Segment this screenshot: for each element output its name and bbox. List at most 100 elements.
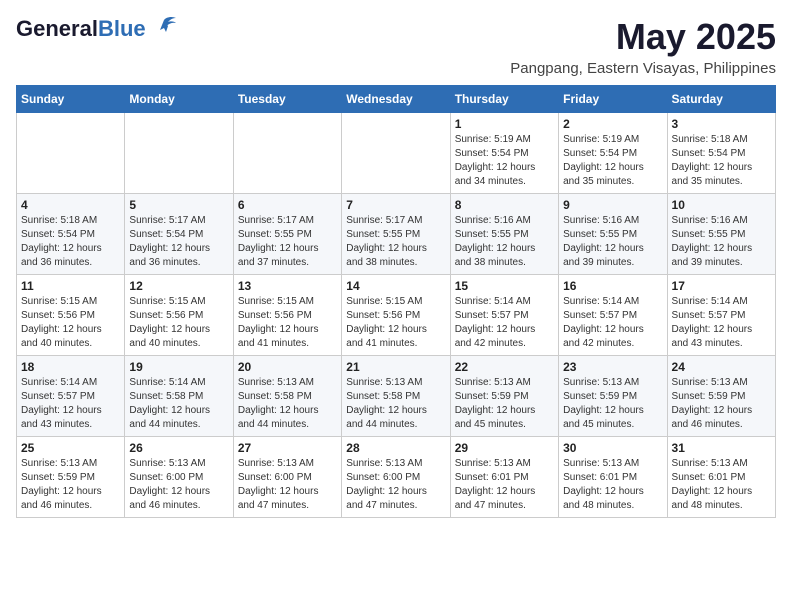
day-number: 31 (672, 441, 771, 455)
calendar-week-row: 11 Sunrise: 5:15 AMSunset: 5:56 PMDayligh… (17, 275, 776, 356)
logo-bird-icon (150, 16, 178, 38)
table-row: 22Sunrise: 5:13 AMSunset: 5:59 PMDayligh… (450, 356, 558, 437)
col-thursday: Thursday (450, 86, 558, 113)
day-info: Sunrise: 5:13 AMSunset: 6:00 PMDaylight:… (129, 457, 228, 513)
table-row: 16 Sunrise: 5:14 AMSunset: 5:57 PMDayligh… (559, 275, 667, 356)
table-row: 8 Sunrise: 5:16 AMSunset: 5:55 PMDaylight… (450, 194, 558, 275)
day-number: 21 (346, 360, 445, 374)
table-row: 1 Sunrise: 5:19 AMSunset: 5:54 PMDaylight… (450, 113, 558, 194)
day-info: Sunrise: 5:13 AMSunset: 5:59 PMDaylight:… (672, 376, 771, 432)
day-number: 11 (21, 279, 120, 293)
day-info: Sunrise: 5:17 AMSunset: 5:54 PMDaylight:… (129, 214, 228, 270)
day-info: Sunrise: 5:13 AMSunset: 6:01 PMDaylight:… (672, 457, 771, 513)
table-row: 24 Sunrise: 5:13 AMSunset: 5:59 PMDayligh… (667, 356, 775, 437)
day-number: 27 (238, 441, 337, 455)
day-number: 30 (563, 441, 662, 455)
table-row: 29Sunrise: 5:13 AMSunset: 6:01 PMDayligh… (450, 437, 558, 518)
day-number: 4 (21, 198, 120, 212)
table-row: 31 Sunrise: 5:13 AMSunset: 6:01 PMDayligh… (667, 437, 775, 518)
table-row: 20Sunrise: 5:13 AMSunset: 5:58 PMDayligh… (233, 356, 341, 437)
page-header: GeneralBlue May 2025 Pangpang, Eastern V… (16, 16, 776, 77)
day-info: Sunrise: 5:17 AMSunset: 5:55 PMDaylight:… (238, 214, 337, 270)
day-info: Sunrise: 5:13 AMSunset: 6:00 PMDaylight:… (346, 457, 445, 513)
day-info: Sunrise: 5:15 AMSunset: 5:56 PMDaylight:… (21, 295, 120, 351)
day-number: 14 (346, 279, 445, 293)
day-number: 7 (346, 198, 445, 212)
table-row: 3Sunrise: 5:18 AMSunset: 5:54 PMDaylight… (667, 113, 775, 194)
day-info: Sunrise: 5:19 AMSunset: 5:54 PMDaylight:… (455, 133, 554, 189)
day-number: 12 (129, 279, 228, 293)
table-row (125, 113, 233, 194)
day-number: 18 (21, 360, 120, 374)
table-row: 18 Sunrise: 5:14 AMSunset: 5:57 PMDayligh… (17, 356, 125, 437)
day-info: Sunrise: 5:15 AMSunset: 5:56 PMDaylight:… (238, 295, 337, 351)
day-number: 13 (238, 279, 337, 293)
table-row: 19 Sunrise: 5:14 AMSunset: 5:58 PMDayligh… (125, 356, 233, 437)
day-info: Sunrise: 5:13 AMSunset: 5:58 PMDaylight:… (346, 376, 445, 432)
day-number: 6 (238, 198, 337, 212)
calendar-week-row: 18 Sunrise: 5:14 AMSunset: 5:57 PMDayligh… (17, 356, 776, 437)
day-number: 8 (455, 198, 554, 212)
day-info: Sunrise: 5:19 AMSunset: 5:54 PMDaylight:… (563, 133, 662, 189)
logo-blue: Blue (98, 16, 146, 41)
table-row (233, 113, 341, 194)
day-number: 17 (672, 279, 771, 293)
calendar-table: Sunday Monday Tuesday Wednesday Thursday… (16, 85, 776, 518)
calendar-week-row: 1 Sunrise: 5:19 AMSunset: 5:54 PMDaylight… (17, 113, 776, 194)
col-wednesday: Wednesday (342, 86, 450, 113)
table-row: 5 Sunrise: 5:17 AMSunset: 5:54 PMDaylight… (125, 194, 233, 275)
table-row (17, 113, 125, 194)
day-number: 22 (455, 360, 554, 374)
day-info: Sunrise: 5:16 AMSunset: 5:55 PMDaylight:… (455, 214, 554, 270)
table-row: 11 Sunrise: 5:15 AMSunset: 5:56 PMDayligh… (17, 275, 125, 356)
table-row: 6 Sunrise: 5:17 AMSunset: 5:55 PMDaylight… (233, 194, 341, 275)
day-info: Sunrise: 5:14 AMSunset: 5:58 PMDaylight:… (129, 376, 228, 432)
logo: GeneralBlue (16, 16, 178, 42)
table-row: 9Sunrise: 5:16 AMSunset: 5:55 PMDaylight… (559, 194, 667, 275)
location-title: Pangpang, Eastern Visayas, Philippines (510, 60, 776, 77)
day-number: 1 (455, 117, 554, 131)
calendar-header-row: Sunday Monday Tuesday Wednesday Thursday… (17, 86, 776, 113)
day-info: Sunrise: 5:15 AMSunset: 5:56 PMDaylight:… (346, 295, 445, 351)
day-info: Sunrise: 5:16 AMSunset: 5:55 PMDaylight:… (672, 214, 771, 270)
day-info: Sunrise: 5:14 AMSunset: 5:57 PMDaylight:… (455, 295, 554, 351)
table-row (342, 113, 450, 194)
day-info: Sunrise: 5:13 AMSunset: 6:01 PMDaylight:… (563, 457, 662, 513)
day-info: Sunrise: 5:17 AMSunset: 5:55 PMDaylight:… (346, 214, 445, 270)
day-number: 25 (21, 441, 120, 455)
table-row: 13 Sunrise: 5:15 AMSunset: 5:56 PMDayligh… (233, 275, 341, 356)
day-number: 16 (563, 279, 662, 293)
calendar-week-row: 25 Sunrise: 5:13 AMSunset: 5:59 PMDayligh… (17, 437, 776, 518)
table-row: 17 Sunrise: 5:14 AMSunset: 5:57 PMDayligh… (667, 275, 775, 356)
table-row: 12 Sunrise: 5:15 AMSunset: 5:56 PMDayligh… (125, 275, 233, 356)
table-row: 14 Sunrise: 5:15 AMSunset: 5:56 PMDayligh… (342, 275, 450, 356)
day-info: Sunrise: 5:13 AMSunset: 5:59 PMDaylight:… (563, 376, 662, 432)
title-block: May 2025 Pangpang, Eastern Visayas, Phil… (510, 16, 776, 77)
day-info: Sunrise: 5:15 AMSunset: 5:56 PMDaylight:… (129, 295, 228, 351)
day-info: Sunrise: 5:14 AMSunset: 5:57 PMDaylight:… (21, 376, 120, 432)
day-number: 5 (129, 198, 228, 212)
col-tuesday: Tuesday (233, 86, 341, 113)
day-info: Sunrise: 5:14 AMSunset: 5:57 PMDaylight:… (672, 295, 771, 351)
table-row: 30 Sunrise: 5:13 AMSunset: 6:01 PMDayligh… (559, 437, 667, 518)
day-info: Sunrise: 5:13 AMSunset: 6:00 PMDaylight:… (238, 457, 337, 513)
day-info: Sunrise: 5:13 AMSunset: 5:59 PMDaylight:… (21, 457, 120, 513)
day-number: 15 (455, 279, 554, 293)
day-number: 2 (563, 117, 662, 131)
day-number: 23 (563, 360, 662, 374)
day-number: 9 (563, 198, 662, 212)
table-row: 7 Sunrise: 5:17 AMSunset: 5:55 PMDaylight… (342, 194, 450, 275)
col-saturday: Saturday (667, 86, 775, 113)
table-row: 26 Sunrise: 5:13 AMSunset: 6:00 PMDayligh… (125, 437, 233, 518)
col-monday: Monday (125, 86, 233, 113)
calendar-week-row: 4 Sunrise: 5:18 AMSunset: 5:54 PMDaylight… (17, 194, 776, 275)
day-number: 19 (129, 360, 228, 374)
day-info: Sunrise: 5:13 AMSunset: 6:01 PMDaylight:… (455, 457, 554, 513)
day-number: 24 (672, 360, 771, 374)
table-row: 2 Sunrise: 5:19 AMSunset: 5:54 PMDaylight… (559, 113, 667, 194)
day-info: Sunrise: 5:14 AMSunset: 5:57 PMDaylight:… (563, 295, 662, 351)
col-friday: Friday (559, 86, 667, 113)
day-info: Sunrise: 5:18 AMSunset: 5:54 PMDaylight:… (21, 214, 120, 270)
day-number: 26 (129, 441, 228, 455)
day-number: 20 (238, 360, 337, 374)
